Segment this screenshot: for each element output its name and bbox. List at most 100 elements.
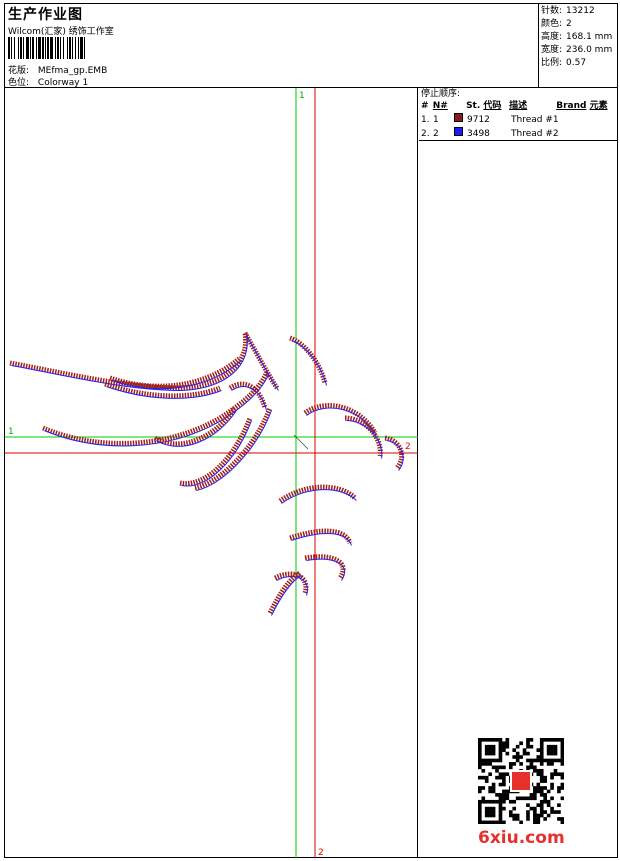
stat-width: 宽度: 236.0 mm [541, 45, 613, 55]
qr-module [560, 755, 564, 759]
qr-module [539, 813, 544, 818]
stop-sequence-title: 停止顺序: [421, 89, 461, 99]
qr-module [557, 758, 561, 763]
qr-module [481, 820, 486, 824]
barcode [8, 37, 85, 59]
qr-module [508, 765, 513, 770]
barcode-bar [42, 37, 44, 59]
stitch-paths [9, 331, 405, 616]
qr-module [543, 799, 547, 804]
qr-module [481, 758, 486, 763]
qr-module [560, 741, 564, 746]
qr-module [491, 782, 496, 787]
qr-module [526, 751, 530, 756]
stitch-run-blue [306, 407, 377, 436]
barcode-bar [80, 37, 83, 59]
qr-module [560, 786, 564, 790]
qr-module [481, 796, 486, 801]
qr-module [491, 786, 496, 790]
qr-module [491, 813, 496, 818]
qr-module [560, 817, 564, 821]
qr-module [515, 796, 520, 801]
qr-module [529, 765, 534, 770]
qr-module [539, 768, 544, 773]
qr-module [484, 758, 489, 763]
qr-module [508, 810, 513, 814]
qr-module [526, 744, 530, 749]
qr-module [529, 762, 534, 766]
qr-module [502, 799, 506, 804]
qr-logo [510, 770, 532, 792]
qr-module [536, 782, 541, 787]
qr-module [529, 796, 534, 801]
qr-module [550, 758, 554, 763]
qr-module [484, 799, 489, 804]
qr-module [560, 775, 564, 780]
qr-module [560, 758, 564, 763]
qr-module [539, 793, 544, 797]
qr-module [478, 810, 482, 814]
qr-module [536, 786, 541, 790]
qr-module [553, 738, 558, 742]
barcode-bar [69, 37, 71, 59]
qr-module [526, 738, 530, 742]
qr-module [498, 817, 503, 821]
qr-module [498, 765, 503, 770]
qr-module [498, 755, 503, 759]
qr-module [533, 817, 537, 821]
qr-module [491, 758, 496, 763]
qr-module [498, 751, 503, 756]
qr-module [498, 744, 503, 749]
qr-module [550, 775, 554, 780]
barcode-bar [72, 37, 73, 59]
qr-module [550, 744, 554, 749]
qr-module [478, 820, 482, 824]
qr-module [529, 744, 534, 749]
green-guide-top-label: 1 [299, 91, 305, 101]
stat-stitches: 针数: 13212 [541, 6, 595, 16]
barcode-bar [38, 37, 41, 59]
qr-module [502, 796, 506, 801]
qr-module [539, 810, 544, 814]
qr-module [498, 741, 503, 746]
qr-module [505, 741, 510, 746]
qr-module [498, 813, 503, 818]
qr-module [488, 772, 492, 777]
qr-module [505, 793, 510, 797]
qr-module [529, 793, 534, 797]
qr-module [488, 786, 492, 790]
qr-module [560, 820, 564, 824]
stats-panel: 针数: 13212 颜色: 2 高度: 168.1 mm 宽度: 236.0 mm 比例… [538, 4, 617, 88]
stat-scale: 比例: 0.57 [541, 58, 587, 68]
qr-module [488, 806, 492, 811]
qr-module [539, 789, 544, 794]
qr-module [512, 806, 517, 811]
qr-module [491, 744, 496, 749]
qr-module [495, 758, 499, 763]
qr-module [515, 755, 520, 759]
qr-module [533, 789, 537, 794]
table-row: 1. 1 9712 Thread #1 [421, 113, 559, 125]
barcode-bar [20, 37, 22, 59]
qr-module [484, 748, 489, 752]
barcode-bar [78, 37, 79, 59]
qr-module [553, 748, 558, 752]
qr-module [550, 738, 554, 742]
thread-panel: 停止顺序: # N# St. 代码 描述 Brand 元素 1. 1 9712 … [419, 88, 617, 141]
qr-module [539, 786, 544, 790]
qr-module [478, 775, 482, 780]
qr-module [533, 806, 537, 811]
qr-module [560, 762, 564, 766]
qr-module [502, 765, 506, 770]
stitch-run-blue [306, 558, 346, 581]
stat-height: 高度: 168.1 mm [541, 32, 613, 42]
qr-module [539, 748, 544, 752]
qr-module [546, 748, 551, 752]
qr-module [478, 806, 482, 811]
qr-module [505, 751, 510, 756]
qr-module [519, 762, 523, 766]
barcode-bar [11, 37, 12, 59]
qr-module [478, 738, 482, 742]
barcode-bar [57, 37, 59, 59]
qr-module [550, 762, 554, 766]
